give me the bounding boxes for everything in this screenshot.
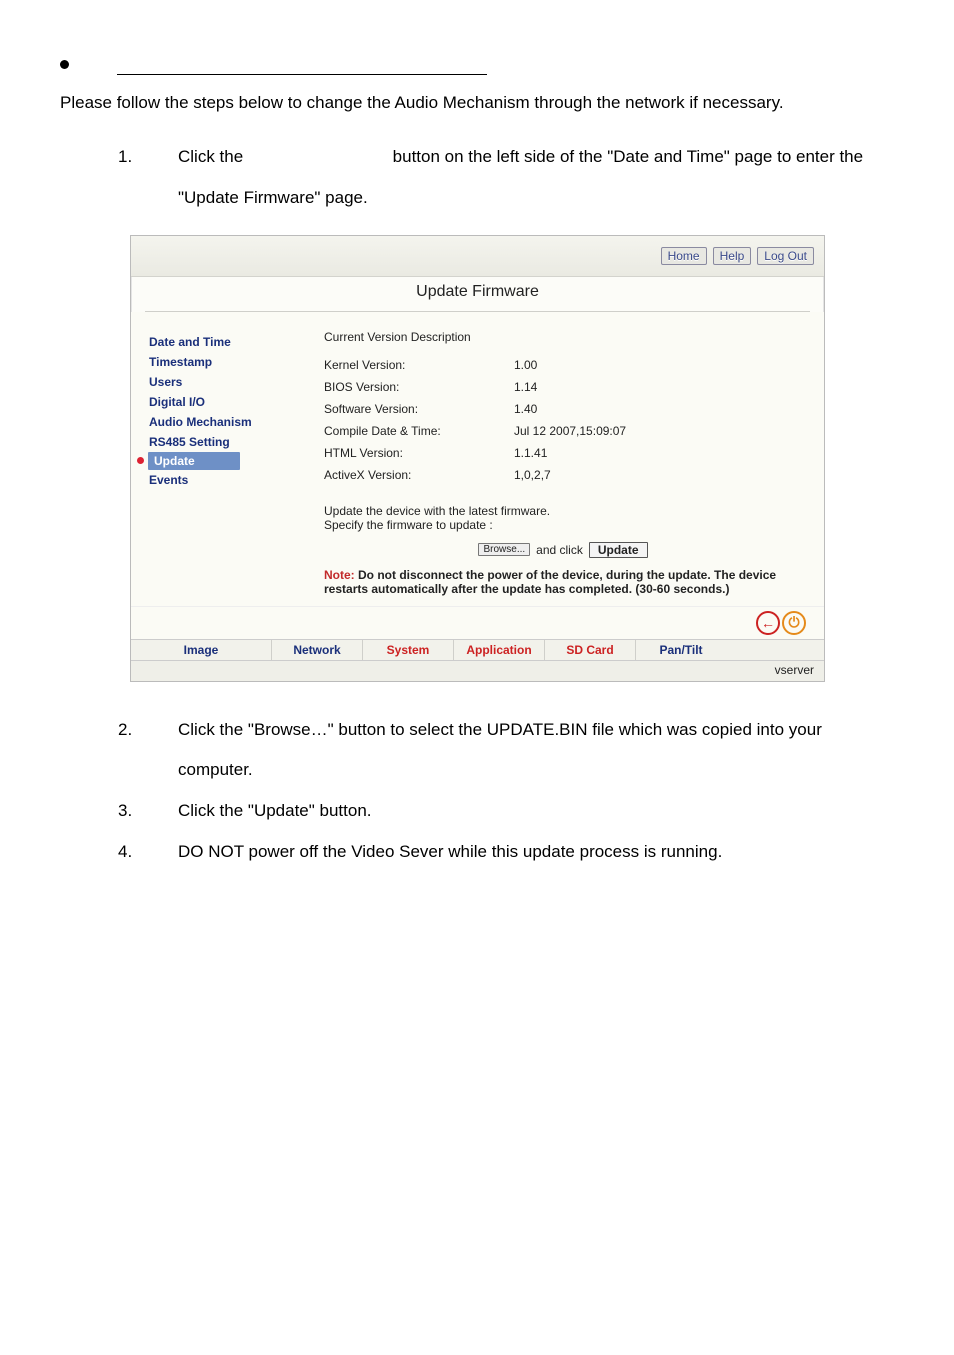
content-area: Current Version Description Kernel Versi… <box>314 322 812 606</box>
row-activex: ActiveX Version:1,0,2,7 <box>324 464 802 486</box>
left-menu: Date and Time Timestamp Users Digital I/… <box>131 322 314 606</box>
label: HTML Version: <box>324 446 514 460</box>
value: 1.14 <box>514 380 802 394</box>
tab-application[interactable]: Application <box>454 640 545 660</box>
menu-users[interactable]: Users <box>149 372 314 392</box>
label: Software Version: <box>324 402 514 416</box>
row-html: HTML Version:1.1.41 <box>324 442 802 464</box>
logout-button[interactable]: Log Out <box>757 247 814 265</box>
update-row: Browse... and click Update <box>324 542 802 558</box>
power-icon[interactable]: ⏻ <box>782 611 806 635</box>
value: Jul 12 2007,15:09:07 <box>514 424 802 438</box>
intro-text: Please follow the steps below to change … <box>60 93 894 113</box>
menu-update[interactable]: Update <box>148 452 240 470</box>
note: Note: Do not disconnect the power of the… <box>324 568 802 596</box>
label: BIOS Version: <box>324 380 514 394</box>
step-text-pre: Click the <box>178 147 243 166</box>
value: 1.40 <box>514 402 802 416</box>
step-text: Click the "Browse…" button to select the… <box>178 710 894 792</box>
browse-button[interactable]: Browse... <box>478 543 530 556</box>
step-num: 3. <box>118 791 178 832</box>
menu-events[interactable]: Events <box>149 470 314 490</box>
value: 1.1.41 <box>514 446 802 460</box>
step-text-post: button on the left side of the "Date and… <box>178 147 863 207</box>
back-icon[interactable]: ← <box>756 611 780 635</box>
note-label: Note: <box>324 568 355 582</box>
update-line-1: Update the device with the latest firmwa… <box>324 504 802 518</box>
help-button[interactable]: Help <box>713 247 752 265</box>
menu-date-and-time[interactable]: Date and Time <box>149 332 314 352</box>
step-text: DO NOT power off the Video Sever while t… <box>178 832 894 873</box>
step-4: 4. DO NOT power off the Video Sever whil… <box>118 832 894 873</box>
update-button[interactable]: Update <box>589 542 648 558</box>
update-firmware-screenshot: Home Help Log Out Update Firmware Date a… <box>130 235 825 682</box>
step-text: Click the "Update" button. <box>178 791 894 832</box>
tab-sd-card[interactable]: SD Card <box>545 640 636 660</box>
step-num: 4. <box>118 832 178 873</box>
menu-timestamp[interactable]: Timestamp <box>149 352 314 372</box>
step-3: 3. Click the "Update" button. <box>118 791 894 832</box>
label: ActiveX Version: <box>324 468 514 482</box>
value: 1.00 <box>514 358 802 372</box>
footer-icons: ← ⏻ <box>131 606 824 639</box>
step-2: 2. Click the "Browse…" button to select … <box>118 710 894 792</box>
footer-brand: vserver <box>131 661 824 681</box>
row-compile: Compile Date & Time:Jul 12 2007,15:09:07 <box>324 420 802 442</box>
step-num: 2. <box>118 710 178 792</box>
and-click-text: and click <box>536 543 583 557</box>
row-kernel: Kernel Version:1.00 <box>324 354 802 376</box>
row-bios: BIOS Version:1.14 <box>324 376 802 398</box>
home-button[interactable]: Home <box>661 247 707 265</box>
step-1: 1. Click the button on the left side of … <box>118 137 894 219</box>
bullet-dot <box>60 60 69 69</box>
label: Compile Date & Time: <box>324 424 514 438</box>
note-text: Do not disconnect the power of the devic… <box>324 568 776 596</box>
top-nav: Home Help Log Out <box>131 236 824 277</box>
page-title: Update Firmware <box>145 277 810 311</box>
bullet-heading <box>60 60 894 75</box>
tab-network[interactable]: Network <box>272 640 363 660</box>
blank-heading-line <box>117 60 487 75</box>
menu-digital-io[interactable]: Digital I/O <box>149 392 314 412</box>
menu-audio-mechanism[interactable]: Audio Mechanism <box>149 412 314 432</box>
tab-pan-tilt[interactable]: Pan/Tilt <box>636 640 726 660</box>
row-software: Software Version:1.40 <box>324 398 802 420</box>
label: Kernel Version: <box>324 358 514 372</box>
value: 1,0,2,7 <box>514 468 802 482</box>
update-line-2: Specify the firmware to update : <box>324 518 802 532</box>
active-marker-icon <box>137 457 144 464</box>
bottom-tabs: Image Network System Application SD Card… <box>131 639 824 661</box>
section-header: Current Version Description <box>324 330 802 344</box>
menu-rs485-setting[interactable]: RS485 Setting <box>149 432 314 452</box>
tab-image[interactable]: Image <box>131 640 272 660</box>
tab-system[interactable]: System <box>363 640 454 660</box>
step-text: Click the button on the left side of the… <box>178 137 894 219</box>
step-num: 1. <box>118 137 178 219</box>
